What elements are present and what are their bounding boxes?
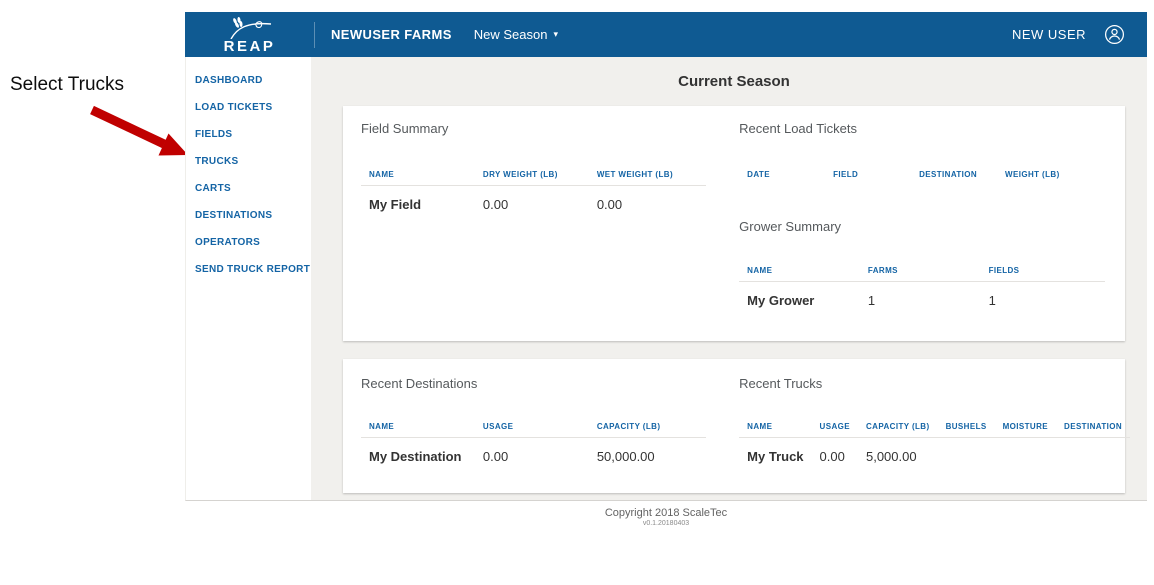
load-tickets-grower-section: Recent Load Tickets DATE FIELD DESTINATI… — [726, 121, 1125, 341]
table-row[interactable]: My Truck 0.00 5,000.00 — [739, 437, 1131, 472]
brand-name: REAP — [223, 38, 276, 55]
recent-load-tickets-title: Recent Load Tickets — [739, 121, 857, 136]
sidebar-nav: DASHBOARD LOAD TICKETS FIELDS TRUCKS CAR… — [186, 57, 311, 500]
season-dropdown-label: New Season — [473, 27, 548, 42]
table-header-row: NAME USAGE CAPACITY (LB) BUSHELS MOISTUR… — [739, 416, 1130, 438]
col-header: CAPACITY (LB) — [865, 422, 930, 431]
grower-summary-title: Grower Summary — [739, 219, 842, 234]
app-footer: Copyright 2018 ScaleTec v0.1.20180403 — [185, 501, 1147, 527]
cell-name: My Grower — [739, 281, 860, 316]
sidebar-item-operators[interactable]: OPERATORS — [195, 237, 311, 248]
cell-value: 0.00 — [474, 437, 589, 472]
col-header: WEIGHT (LB) — [1005, 170, 1060, 179]
cell-name: My Truck — [739, 437, 812, 472]
table-header-row: NAME FARMS FIELDS — [739, 260, 1105, 282]
sidebar-item-destinations[interactable]: DESTINATIONS — [195, 210, 311, 221]
sidebar-item-trucks[interactable]: TRUCKS — [195, 156, 311, 167]
cell-value: 5,000.00 — [857, 437, 938, 472]
recent-load-tickets-table: DATE FIELD DESTINATION WEIGHT (LB) — [739, 164, 1105, 185]
sidebar-item-load-tickets[interactable]: LOAD TICKETS — [195, 102, 311, 113]
col-header: BUSHELS — [945, 422, 987, 431]
col-header: DESTINATION — [1064, 422, 1123, 431]
main-content: Current Season Field Summary NAME DRY WE… — [311, 57, 1147, 500]
top-navbar: REAP NEWUSER FARMS New Season ▾ NEW USER — [185, 12, 1147, 57]
annotation-select-trucks-label: Select Trucks — [10, 74, 125, 95]
col-header: FIELDS — [988, 266, 1020, 275]
col-header: FIELD — [833, 170, 859, 179]
cell-value — [1056, 437, 1131, 472]
recent-trucks-table: NAME USAGE CAPACITY (LB) BUSHELS MOISTUR… — [739, 416, 1131, 472]
grower-summary-table: NAME FARMS FIELDS My Grower 1 1 — [739, 260, 1105, 316]
sidebar-item-carts[interactable]: CARTS — [195, 183, 311, 194]
farm-name-link[interactable]: NEWUSER FARMS — [331, 27, 452, 42]
app-body: DASHBOARD LOAD TICKETS FIELDS TRUCKS CAR… — [185, 57, 1147, 501]
cell-value: 1 — [859, 281, 981, 316]
recent-destinations-section: Recent Destinations NAME USAGE CAPACITY … — [343, 376, 726, 493]
cell-value: 0.00 — [588, 185, 707, 220]
col-header: CAPACITY (LB) — [596, 422, 661, 431]
col-header: USAGE — [482, 422, 514, 431]
col-header: FARMS — [867, 266, 898, 275]
reap-app-window: REAP NEWUSER FARMS New Season ▾ NEW USER… — [185, 12, 1147, 527]
user-menu[interactable]: NEW USER — [1012, 27, 1086, 42]
table-header-row: NAME DRY WEIGHT (LB) WET WEIGHT (LB) — [361, 164, 706, 186]
cell-name: My Destination — [361, 437, 475, 472]
summary-card-top: Field Summary NAME DRY WEIGHT (LB) WET W… — [343, 106, 1125, 341]
cell-value: 50,000.00 — [588, 437, 707, 472]
season-dropdown[interactable]: New Season ▾ — [474, 27, 558, 42]
cell-value: 1 — [980, 281, 1105, 316]
navbar-divider — [314, 21, 315, 48]
cell-value: 0.00 — [474, 185, 589, 220]
annotation-arrow — [90, 105, 188, 156]
col-header: NAME — [369, 422, 395, 431]
caret-down-icon: ▾ — [553, 29, 559, 39]
col-header: MOISTURE — [1002, 422, 1049, 431]
sidebar-item-send-truck-report[interactable]: SEND TRUCK REPORT — [195, 264, 311, 275]
cell-value: 0.00 — [811, 437, 858, 472]
field-summary-table: NAME DRY WEIGHT (LB) WET WEIGHT (LB) My … — [361, 164, 707, 220]
cell-name: My Field — [361, 185, 475, 220]
summary-card-bottom: Recent Destinations NAME USAGE CAPACITY … — [343, 359, 1131, 493]
user-circle-icon[interactable] — [1104, 24, 1125, 45]
table-header-row: DATE FIELD DESTINATION WEIGHT (LB) — [739, 164, 1105, 185]
col-header: NAME — [369, 170, 395, 179]
field-summary-section: Field Summary NAME DRY WEIGHT (LB) WET W… — [343, 121, 726, 341]
table-row[interactable]: My Grower 1 1 — [739, 281, 1105, 316]
navbar-right: NEW USER — [1012, 24, 1125, 45]
table-row[interactable]: My Field 0.00 0.00 — [361, 185, 707, 220]
recent-trucks-title: Recent Trucks — [739, 376, 823, 391]
sidebar-item-dashboard[interactable]: DASHBOARD — [195, 75, 311, 86]
sidebar-item-fields[interactable]: FIELDS — [195, 129, 311, 140]
page-title: Current Season — [678, 73, 790, 90]
recent-destinations-table: NAME USAGE CAPACITY (LB) My Destination … — [361, 416, 707, 472]
field-summary-title: Field Summary — [361, 121, 449, 136]
col-header: DRY WEIGHT (LB) — [482, 170, 558, 179]
col-header: WET WEIGHT (LB) — [596, 170, 674, 179]
cell-value — [937, 437, 995, 472]
col-header: NAME — [747, 422, 773, 431]
recent-trucks-section: Recent Trucks NAME USAGE CAPACITY (LB) B… — [726, 376, 1131, 493]
col-header: USAGE — [819, 422, 850, 431]
table-header-row: NAME USAGE CAPACITY (LB) — [361, 416, 706, 438]
col-header: DATE — [747, 170, 770, 179]
copyright-text: Copyright 2018 ScaleTec — [604, 507, 728, 519]
brand-logo[interactable]: REAP — [185, 14, 314, 55]
col-header: NAME — [747, 266, 773, 275]
col-header: DESTINATION — [919, 170, 978, 179]
table-row[interactable]: My Destination 0.00 50,000.00 — [361, 437, 707, 472]
recent-destinations-title: Recent Destinations — [361, 376, 478, 391]
cell-value — [994, 437, 1057, 472]
version-text: v0.1.20180403 — [642, 520, 690, 527]
